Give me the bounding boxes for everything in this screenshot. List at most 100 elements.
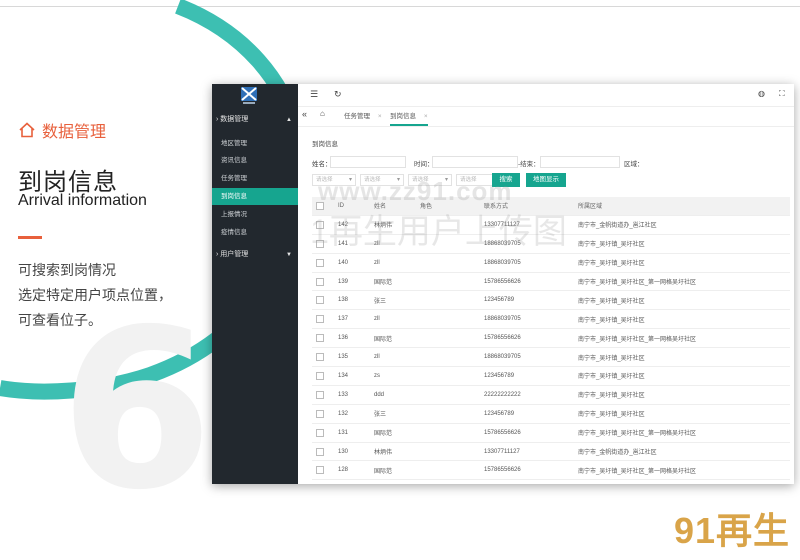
- cell-name: 张三: [370, 290, 416, 311]
- table-row[interactable]: 136 国际范 15786556626 南宁市_吴圩镇_吴圩社区_第一网格吴圩社区: [312, 328, 790, 349]
- page-title-en: Arrival information: [18, 192, 147, 209]
- cell-contact: 123456788: [480, 479, 574, 484]
- table-row[interactable]: 134 zs 123456789 南宁市_吴圩镇_吴圩社区: [312, 366, 790, 386]
- cell-name: ddd: [370, 385, 416, 405]
- tab-task-management[interactable]: 任务管理 ×: [344, 110, 382, 124]
- row-checkbox-cell[interactable]: [312, 290, 334, 311]
- fullscreen-icon[interactable]: ⛶: [779, 89, 785, 99]
- cell-id: 133: [334, 385, 370, 405]
- sidebar-item-reports[interactable]: 上报情况: [212, 206, 298, 223]
- row-checkbox-cell[interactable]: [312, 366, 334, 386]
- cell-contact: 22222222222: [480, 385, 574, 405]
- cell-region: 南宁市_吴圩镇_吴圩社区_第一网格吴圩社区: [574, 479, 790, 484]
- checkbox[interactable]: [316, 371, 324, 380]
- checkbox[interactable]: [316, 428, 324, 437]
- cell-role: [416, 460, 480, 481]
- checkbox[interactable]: [316, 258, 324, 267]
- cell-region: 南宁市_吴圩镇_吴圩社区: [574, 404, 790, 424]
- sidebar-item-epidemic[interactable]: 疫情信息: [212, 224, 298, 241]
- checkbox[interactable]: [316, 447, 324, 456]
- cell-name: zs: [370, 366, 416, 386]
- row-checkbox-cell[interactable]: [312, 347, 334, 368]
- checkbox[interactable]: [316, 353, 324, 362]
- brand-logo-text: 91再生: [673, 510, 790, 551]
- cell-name: 国际范: [370, 423, 416, 443]
- checkbox[interactable]: [316, 390, 324, 399]
- region-label: 区域：: [624, 161, 644, 168]
- cell-contact: 18868039705: [480, 309, 574, 330]
- cell-role: [416, 366, 480, 386]
- cell-contact: 15786556626: [480, 423, 574, 443]
- row-checkbox-cell[interactable]: [312, 404, 334, 424]
- sidebar-item-arrival[interactable]: 到岗信息: [212, 188, 298, 205]
- table-row[interactable]: 140 zll 18868039705 南宁市_吴圩镇_吴圩社区: [312, 253, 790, 273]
- table-row[interactable]: 131 国际范 15786556626 南宁市_吴圩镇_吴圩社区_第一网格吴圩社区: [312, 423, 790, 443]
- name-input[interactable]: [330, 156, 406, 168]
- row-checkbox-cell[interactable]: [312, 309, 334, 330]
- checkbox[interactable]: [316, 466, 324, 475]
- table-body: 142 林炳伟 13307711127 南宁市_金帆街道办_邕江社区 141 zll 188…: [312, 215, 790, 484]
- checkbox[interactable]: [316, 334, 324, 343]
- table-row[interactable]: 133 ddd 22222222222 南宁市_吴圩镇_吴圩社区: [312, 385, 790, 405]
- watermark-url: www.zz91.com: [318, 176, 513, 206]
- menu-group-data[interactable]: › 数据管理 ▲: [212, 111, 298, 129]
- table-row[interactable]: 135 zll 18868039705 南宁市_吴圩镇_吴圩社区: [312, 347, 790, 368]
- start-time-input[interactable]: [432, 156, 518, 168]
- sidebar-item-tasks[interactable]: 任务管理: [212, 170, 298, 187]
- watermark-text: 1再生用户上传图: [310, 213, 567, 251]
- checkbox[interactable]: [316, 409, 324, 418]
- row-checkbox-cell[interactable]: [312, 479, 334, 484]
- row-checkbox-cell[interactable]: [312, 423, 334, 443]
- cell-region: 南宁市_吴圩镇_吴圩社区: [574, 234, 790, 254]
- caret-down-icon: ▼: [286, 252, 292, 258]
- menu-group-users[interactable]: › 用户管理 ▼: [212, 246, 298, 264]
- time-label: 时间：: [414, 161, 434, 168]
- map-view-button[interactable]: 地图显示: [526, 173, 566, 187]
- row-checkbox-cell[interactable]: [312, 385, 334, 405]
- cell-name: zll: [370, 253, 416, 273]
- close-icon[interactable]: ×: [378, 113, 382, 120]
- col-region[interactable]: 所属区域: [574, 197, 790, 216]
- menu-toggle-icon[interactable]: ☰: [310, 89, 318, 100]
- table-row[interactable]: 139 国际范 15786556626 南宁市_吴圩镇_吴圩社区_第一网格吴圩社区: [312, 272, 790, 292]
- checkbox[interactable]: [316, 296, 324, 305]
- sidebar-item-news[interactable]: 资讯信息: [212, 152, 298, 169]
- refresh-icon[interactable]: ↻: [334, 89, 342, 100]
- menu-group-label: 数据管理: [220, 116, 249, 123]
- cell-name: 李四: [370, 479, 416, 484]
- home-tab-icon[interactable]: ⌂: [320, 109, 325, 118]
- tab-scroll-left-icon[interactable]: «: [302, 109, 307, 119]
- cell-id: 140: [334, 253, 370, 273]
- sidebar-item-region[interactable]: 地区管理: [212, 135, 298, 152]
- cell-role: [416, 253, 480, 273]
- cell-id: 135: [334, 347, 370, 368]
- tab-arrival-info[interactable]: 到岗信息 ×: [390, 110, 428, 126]
- table-row[interactable]: 138 张三 123456789 南宁市_吴圩镇_吴圩社区: [312, 290, 790, 311]
- description-line: 可搜索到岗情况: [18, 262, 116, 278]
- end-time-input[interactable]: [540, 156, 620, 168]
- cell-region: 南宁市_吴圩镇_吴圩社区: [574, 366, 790, 386]
- close-icon[interactable]: ×: [424, 113, 428, 120]
- table-row[interactable]: 137 zll 18868039705 南宁市_吴圩镇_吴圩社区: [312, 309, 790, 330]
- row-checkbox-cell[interactable]: [312, 328, 334, 349]
- row-checkbox-cell[interactable]: [312, 253, 334, 273]
- cell-name: 国际范: [370, 460, 416, 481]
- cell-role: [416, 272, 480, 292]
- row-checkbox-cell[interactable]: [312, 442, 334, 462]
- row-checkbox-cell[interactable]: [312, 460, 334, 481]
- table-row[interactable]: 128 国际范 15786556626 南宁市_吴圩镇_吴圩社区_第一网格吴圩社区: [312, 460, 790, 481]
- skin-icon[interactable]: ◍: [758, 89, 765, 98]
- accent-dash: [18, 236, 42, 239]
- table-row[interactable]: 127李四 123456788南宁市_吴圩镇_吴圩社区_第一网格吴圩社区: [312, 479, 790, 484]
- app-window: › 数据管理 ▲ 地区管理 资讯信息 任务管理 到岗信息 上报情况 疫情信息 ›…: [212, 84, 794, 484]
- checkbox[interactable]: [316, 277, 324, 286]
- table-row[interactable]: 130 林炳伟 13307711127 南宁市_金帆街道办_邕江社区: [312, 442, 790, 462]
- top-divider: [0, 6, 800, 7]
- row-checkbox-cell[interactable]: [312, 272, 334, 292]
- cell-region: 南宁市_吴圩镇_吴圩社区: [574, 309, 790, 330]
- cell-contact: 18868039705: [480, 347, 574, 368]
- checkbox[interactable]: [316, 315, 324, 324]
- cell-id: 139: [334, 272, 370, 292]
- table-row[interactable]: 132 张三 123456789 南宁市_吴圩镇_吴圩社区: [312, 404, 790, 424]
- tab-bar: « ⌂ 任务管理 × 到岗信息 ×: [298, 106, 794, 127]
